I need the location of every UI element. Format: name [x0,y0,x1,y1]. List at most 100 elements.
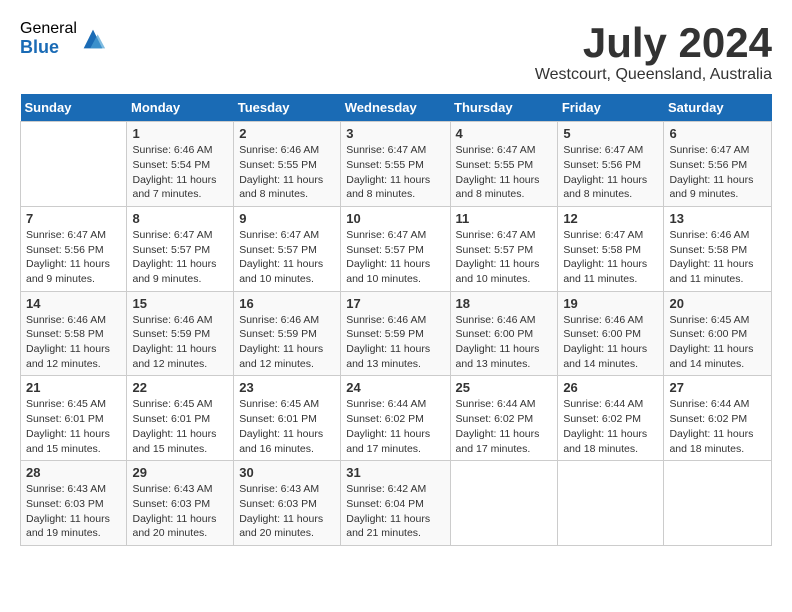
day-info: Sunrise: 6:45 AM Sunset: 6:01 PM Dayligh… [26,397,121,456]
day-info: Sunrise: 6:44 AM Sunset: 6:02 PM Dayligh… [563,397,658,456]
day-number: 28 [26,465,121,480]
day-info: Sunrise: 6:46 AM Sunset: 5:55 PM Dayligh… [239,143,335,202]
day-number: 22 [132,380,228,395]
calendar-table: SundayMondayTuesdayWednesdayThursdayFrid… [20,94,772,546]
calendar-cell: 28Sunrise: 6:43 AM Sunset: 6:03 PM Dayli… [21,461,127,546]
day-number: 2 [239,126,335,141]
day-number: 30 [239,465,335,480]
calendar-cell: 3Sunrise: 6:47 AM Sunset: 5:55 PM Daylig… [341,122,450,207]
day-number: 4 [456,126,553,141]
day-info: Sunrise: 6:44 AM Sunset: 6:02 PM Dayligh… [456,397,553,456]
calendar-cell [664,461,772,546]
calendar-cell: 13Sunrise: 6:46 AM Sunset: 5:58 PM Dayli… [664,206,772,291]
day-number: 7 [26,211,121,226]
day-number: 20 [669,296,766,311]
calendar-week-row: 1Sunrise: 6:46 AM Sunset: 5:54 PM Daylig… [21,122,772,207]
logo-text: General Blue [20,20,77,57]
day-number: 10 [346,211,444,226]
day-info: Sunrise: 6:47 AM Sunset: 5:56 PM Dayligh… [669,143,766,202]
day-number: 8 [132,211,228,226]
day-info: Sunrise: 6:47 AM Sunset: 5:56 PM Dayligh… [26,228,121,287]
calendar-cell: 27 Sunrise: 6:44 AM Sunset: 6:02 PM Dayli… [664,376,772,461]
weekday-header: Wednesday [341,94,450,122]
logo-general: General [20,20,77,38]
day-number: 24 [346,380,444,395]
day-info: Sunrise: 6:47 AM Sunset: 5:55 PM Dayligh… [346,143,444,202]
calendar-cell [558,461,664,546]
day-number: 17 [346,296,444,311]
day-number: 29 [132,465,228,480]
calendar-cell: 23 Sunrise: 6:45 AM Sunset: 6:01 PM Dayli… [234,376,341,461]
day-number: 18 [456,296,553,311]
day-number: 15 [132,296,228,311]
page-header: General Blue July 2024 Westcourt, Queens… [20,20,772,84]
calendar-week-row: 28 Sunrise: 6:43 AM Sunset: 6:03 PM Dayli… [21,461,772,546]
day-info: Sunrise: 6:45 AM Sunset: 6:00 PM Dayligh… [669,313,766,372]
calendar-cell [21,122,127,207]
day-info: Sunrise: 6:47 AM Sunset: 5:55 PM Dayligh… [456,143,553,202]
weekday-header: Sunday [21,94,127,122]
day-number: 26 [563,380,658,395]
title-section: July 2024 Westcourt, Queensland, Austral… [535,20,772,84]
calendar-cell: 17 Sunrise: 6:46 AM Sunset: 5:59 PM Dayli… [341,291,450,376]
logo: General Blue [20,20,107,57]
calendar-cell: 12Sunrise: 6:47 AM Sunset: 5:58 PM Dayli… [558,206,664,291]
day-number: 1 [132,126,228,141]
calendar-cell: 19 Sunrise: 6:46 AM Sunset: 6:00 PM Dayli… [558,291,664,376]
day-info: Sunrise: 6:47 AM Sunset: 5:56 PM Dayligh… [563,143,658,202]
calendar-cell: 14Sunrise: 6:46 AM Sunset: 5:58 PM Dayli… [21,291,127,376]
day-number: 13 [669,211,766,226]
calendar-cell: 30Sunrise: 6:43 AM Sunset: 6:03 PM Dayli… [234,461,341,546]
day-number: 19 [563,296,658,311]
day-info: Sunrise: 6:45 AM Sunset: 6:01 PM Dayligh… [239,397,335,456]
calendar-cell: 29 Sunrise: 6:43 AM Sunset: 6:03 PM Dayli… [127,461,234,546]
day-info: Sunrise: 6:46 AM Sunset: 5:59 PM Dayligh… [346,313,444,372]
weekday-header-row: SundayMondayTuesdayWednesdayThursdayFrid… [21,94,772,122]
day-info: Sunrise: 6:46 AM Sunset: 6:00 PM Dayligh… [563,313,658,372]
weekday-header: Tuesday [234,94,341,122]
day-number: 6 [669,126,766,141]
calendar-cell: 6 Sunrise: 6:47 AM Sunset: 5:56 PM Daylig… [664,122,772,207]
day-number: 31 [346,465,444,480]
location: Westcourt, Queensland, Australia [535,66,772,84]
day-info: Sunrise: 6:44 AM Sunset: 6:02 PM Dayligh… [346,397,444,456]
day-number: 5 [563,126,658,141]
calendar-cell: 7 Sunrise: 6:47 AM Sunset: 5:56 PM Daylig… [21,206,127,291]
day-number: 11 [456,211,553,226]
day-info: Sunrise: 6:42 AM Sunset: 6:04 PM Dayligh… [346,482,444,541]
day-number: 14 [26,296,121,311]
day-info: Sunrise: 6:44 AM Sunset: 6:02 PM Dayligh… [669,397,766,456]
weekday-header: Friday [558,94,664,122]
day-info: Sunrise: 6:43 AM Sunset: 6:03 PM Dayligh… [132,482,228,541]
calendar-cell: 24 Sunrise: 6:44 AM Sunset: 6:02 PM Dayli… [341,376,450,461]
calendar-week-row: 21Sunrise: 6:45 AM Sunset: 6:01 PM Dayli… [21,376,772,461]
day-info: Sunrise: 6:47 AM Sunset: 5:57 PM Dayligh… [132,228,228,287]
calendar-cell: 16 Sunrise: 6:46 AM Sunset: 5:59 PM Dayli… [234,291,341,376]
day-info: Sunrise: 6:46 AM Sunset: 5:59 PM Dayligh… [132,313,228,372]
day-info: Sunrise: 6:47 AM Sunset: 5:58 PM Dayligh… [563,228,658,287]
calendar-cell: 8 Sunrise: 6:47 AM Sunset: 5:57 PM Daylig… [127,206,234,291]
calendar-cell: 26 Sunrise: 6:44 AM Sunset: 6:02 PM Dayli… [558,376,664,461]
day-number: 27 [669,380,766,395]
day-number: 25 [456,380,553,395]
calendar-cell: 5 Sunrise: 6:47 AM Sunset: 5:56 PM Daylig… [558,122,664,207]
day-number: 23 [239,380,335,395]
calendar-cell [450,461,558,546]
day-info: Sunrise: 6:47 AM Sunset: 5:57 PM Dayligh… [456,228,553,287]
weekday-header: Thursday [450,94,558,122]
calendar-cell: 1Sunrise: 6:46 AM Sunset: 5:54 PM Daylig… [127,122,234,207]
calendar-cell: 31 Sunrise: 6:42 AM Sunset: 6:04 PM Dayli… [341,461,450,546]
calendar-cell: 15 Sunrise: 6:46 AM Sunset: 5:59 PM Dayli… [127,291,234,376]
day-number: 16 [239,296,335,311]
weekday-header: Saturday [664,94,772,122]
calendar-cell: 18 Sunrise: 6:46 AM Sunset: 6:00 PM Dayli… [450,291,558,376]
day-info: Sunrise: 6:47 AM Sunset: 5:57 PM Dayligh… [346,228,444,287]
calendar-cell: 10 Sunrise: 6:47 AM Sunset: 5:57 PM Dayli… [341,206,450,291]
calendar-cell: 25 Sunrise: 6:44 AM Sunset: 6:02 PM Dayli… [450,376,558,461]
day-info: Sunrise: 6:45 AM Sunset: 6:01 PM Dayligh… [132,397,228,456]
calendar-cell: 22 Sunrise: 6:45 AM Sunset: 6:01 PM Dayli… [127,376,234,461]
day-info: Sunrise: 6:46 AM Sunset: 6:00 PM Dayligh… [456,313,553,372]
day-info: Sunrise: 6:46 AM Sunset: 5:59 PM Dayligh… [239,313,335,372]
weekday-header: Monday [127,94,234,122]
calendar-cell: 20 Sunrise: 6:45 AM Sunset: 6:00 PM Dayli… [664,291,772,376]
